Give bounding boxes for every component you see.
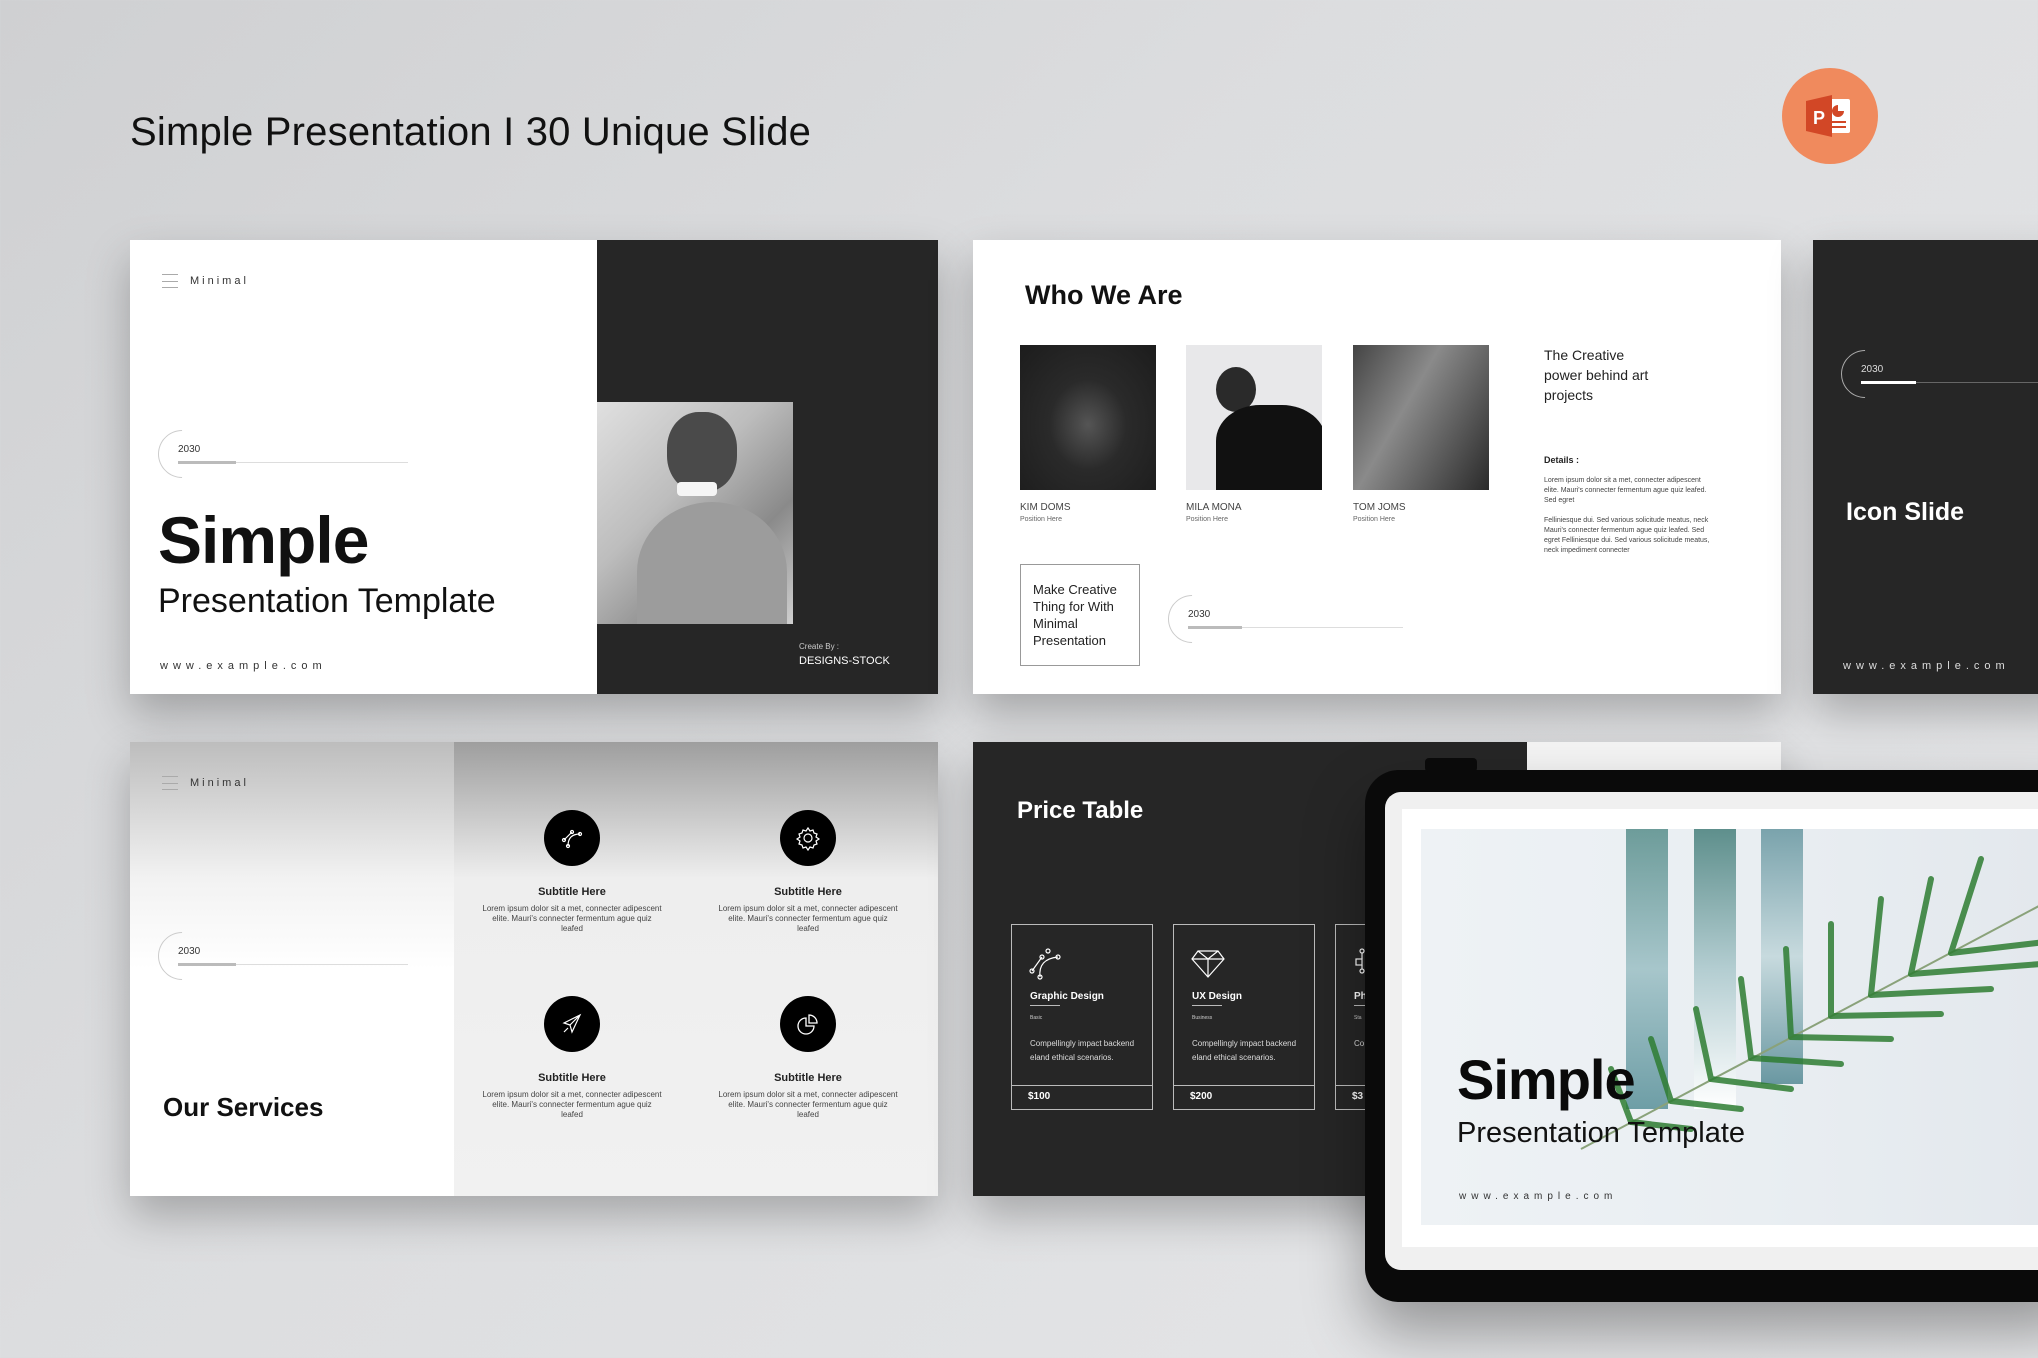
slide-icon-slide[interactable]: 2030 Icon Slide www.example.com: [1813, 240, 2038, 694]
member-photo: [1353, 345, 1489, 490]
member-card: KIM DOMS Position Here: [1020, 502, 1071, 523]
tablet-title: Simple: [1457, 1048, 1636, 1111]
menu-lines-icon: [162, 776, 178, 790]
details-label: Details :: [1544, 455, 1580, 465]
plan-price: $200: [1190, 1091, 1213, 1102]
diamond-icon: [1190, 945, 1226, 986]
brand-label: Minimal: [190, 275, 249, 287]
member-name: TOM JOMS: [1353, 502, 1406, 513]
member-position: Position Here: [1186, 516, 1229, 523]
price-title: Price Table: [1017, 797, 1144, 824]
year-progress-bar: [178, 461, 236, 464]
year-indicator: 2030: [1831, 340, 2038, 408]
year-indicator: 2030: [148, 420, 408, 488]
fern-leaf-image: [1580, 856, 2038, 1150]
plan-price: $100: [1028, 1091, 1051, 1102]
cover-dark-panel: Create By : DESIGNS-STOCK: [597, 240, 938, 694]
member-position: Position Here: [1353, 516, 1396, 523]
bezier-pen-icon: [1028, 945, 1064, 986]
member-card: TOM JOMS Position Here: [1353, 502, 1406, 523]
price-card[interactable]: Graphic Design Basic Compellingly impact…: [1011, 924, 1153, 1110]
year-progress-bar: [1188, 626, 1242, 629]
tablet-screen: Simple Presentation Template www.example…: [1385, 792, 2038, 1270]
service-subtitle: Subtitle Here: [538, 886, 606, 898]
service-desc: Lorem ipsum dolor sit a met, connecter a…: [482, 904, 662, 933]
year-label: 2030: [1861, 364, 1884, 375]
year-label: 2030: [1188, 609, 1211, 620]
service-desc: Lorem ipsum dolor sit a met, connecter a…: [482, 1090, 662, 1119]
price-card[interactable]: UX Design Business Compellingly impact b…: [1173, 924, 1315, 1110]
creative-heading: The Creative power behind art projects: [1544, 347, 1649, 403]
service-item: Subtitle Here Lorem ipsum dolor sit a me…: [482, 810, 662, 934]
plan-name: Graphic Design: [1030, 991, 1104, 1002]
created-by-value: DESIGNS-STOCK: [799, 655, 890, 667]
powerpoint-letter: P: [1813, 108, 1825, 128]
slide-who-we-are[interactable]: Who We Are KIM DOMS Position Here MILA M…: [973, 240, 1781, 694]
tablet-button: [1425, 758, 1477, 772]
member-photo: [1186, 345, 1322, 490]
plan-desc: Compellingly impact backend eland ethica…: [1030, 1039, 1135, 1062]
tablet-url: www.example.com: [1459, 1191, 1618, 1202]
service-item: Subtitle Here Lorem ipsum dolor sit a me…: [718, 996, 898, 1120]
tablet-slide: Simple Presentation Template www.example…: [1421, 829, 2038, 1225]
service-subtitle: Subtitle Here: [774, 886, 842, 898]
services-title: Our Services: [163, 1092, 324, 1122]
year-indicator: 2030: [1158, 585, 1418, 653]
menu-lines-icon: [162, 274, 178, 288]
plan-tier: Basic: [1030, 1015, 1043, 1021]
tablet-device: Simple Presentation Template www.example…: [1365, 758, 2038, 1302]
member-card: MILA MONA Position Here: [1186, 502, 1242, 523]
icon-slide-title: Icon Slide: [1846, 498, 1965, 526]
paper-plane-icon: [544, 996, 600, 1052]
page-title: Simple Presentation I 30 Unique Slide: [130, 110, 812, 154]
gear-icon: [780, 810, 836, 866]
year-progress-bar: [178, 963, 236, 966]
bezier-pen-icon: [544, 810, 600, 866]
service-subtitle: Subtitle Here: [774, 1072, 842, 1084]
details-paragraph: Felliniesque dui. Sed various solicitude…: [1544, 517, 1710, 554]
cover-portrait-photo: [597, 402, 793, 624]
plan-tier: Business: [1192, 1015, 1213, 1021]
member-name: KIM DOMS: [1020, 502, 1071, 513]
plan-name: UX Design: [1192, 991, 1243, 1002]
cover-title: Simple: [158, 503, 369, 577]
service-desc: Lorem ipsum dolor sit a met, connecter a…: [718, 1090, 898, 1119]
slide-services[interactable]: Minimal 2030 Our Services Subtitle Here …: [130, 742, 938, 1196]
year-progress-bar: [1861, 381, 1916, 384]
year-label: 2030: [178, 444, 201, 455]
service-subtitle: Subtitle Here: [538, 1072, 606, 1084]
brand-mark: Minimal: [162, 274, 249, 288]
cover-url: www.example.com: [160, 660, 327, 672]
who-title: Who We Are: [1025, 280, 1183, 310]
cover-subtitle: Presentation Template: [158, 582, 496, 620]
icon-slide-url: www.example.com: [1843, 660, 2010, 672]
details-paragraph: Lorem ipsum dolor sit a met, connecter a…: [1544, 477, 1707, 504]
slide-white-edge: [1527, 742, 1781, 772]
plan-desc: Compellingly impact backend eland ethica…: [1192, 1039, 1297, 1062]
tablet-subtitle: Presentation Template: [1457, 1117, 1746, 1149]
service-item: Subtitle Here Lorem ipsum dolor sit a me…: [718, 810, 898, 934]
member-photo: [1020, 345, 1156, 490]
year-indicator: 2030: [148, 922, 408, 990]
service-desc: Lorem ipsum dolor sit a met, connecter a…: [718, 904, 898, 933]
service-item: Subtitle Here Lorem ipsum dolor sit a me…: [482, 996, 662, 1120]
year-label: 2030: [178, 946, 201, 957]
slide-cover[interactable]: Minimal 2030 Simple Presentation Templat…: [130, 240, 938, 694]
tagline-box: Make Creative Thing for With Minimal Pre…: [1020, 564, 1140, 666]
brand-mark: Minimal: [162, 776, 249, 790]
member-position: Position Here: [1020, 516, 1063, 523]
member-name: MILA MONA: [1186, 502, 1242, 513]
brand-label: Minimal: [190, 777, 249, 789]
pie-chart-icon: [780, 996, 836, 1052]
created-by-label: Create By :: [799, 642, 840, 651]
plan-price: $3: [1352, 1091, 1364, 1102]
plan-tier: Sta: [1354, 1015, 1362, 1021]
powerpoint-icon: P: [1782, 68, 1878, 164]
